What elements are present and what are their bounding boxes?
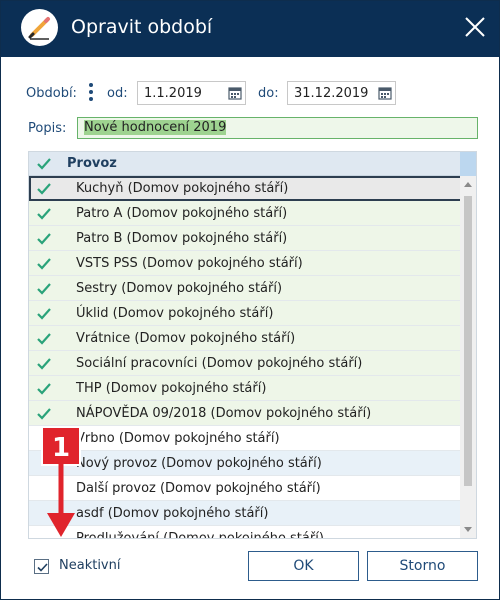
row-label: Úklid (Domov pokojného stáří) <box>76 306 274 321</box>
description-value: Nové hodnocení 2019 <box>84 120 227 135</box>
row-label: THP (Domov pokojného stáří) <box>76 381 267 396</box>
check-icon[interactable] <box>36 331 52 351</box>
vertical-scrollbar[interactable] <box>460 176 476 538</box>
operations-grid: Provoz Kuchyň (Domov pokojného stáří) Pat… <box>28 151 477 539</box>
table-row[interactable]: Patro A (Domov pokojného stáří) <box>29 201 462 226</box>
to-label: do: <box>258 86 279 101</box>
calendar-icon[interactable] <box>378 86 392 100</box>
row-label: Prodlužování (Domov pokojného stáří) <box>76 531 324 539</box>
row-label: Patro B (Domov pokojného stáří) <box>76 231 288 246</box>
scroll-down-icon[interactable] <box>464 527 472 532</box>
step-badge: 1 <box>41 426 81 466</box>
select-all-check-icon[interactable] <box>35 155 53 177</box>
table-row[interactable]: NÁPOVĚDA 09/2018 (Domov pokojného stáří) <box>29 401 462 426</box>
row-label: Nový provoz (Domov pokojného stáří) <box>76 456 322 471</box>
edit-period-dialog: Opravit období Období: od: 1.1.2019 do: … <box>0 0 500 600</box>
row-label: VSTS PSS (Domov pokojného stáří) <box>76 256 303 271</box>
inactive-label: Neaktivní <box>59 558 121 573</box>
check-icon[interactable] <box>36 181 52 201</box>
to-date-value: 31.12.2019 <box>294 86 369 101</box>
row-label: Sociální pracovníci (Domov pokojného stá… <box>76 356 363 371</box>
check-icon[interactable] <box>36 406 52 426</box>
check-icon[interactable] <box>36 256 52 276</box>
row-label: Kuchyň (Domov pokojného stáří) <box>76 181 289 196</box>
grid-header: Provoz <box>29 152 476 176</box>
row-label: Patro A (Domov pokojného stáří) <box>76 206 288 221</box>
table-row[interactable]: Kuchyň (Domov pokojného stáří) <box>29 176 462 201</box>
column-header-provoz[interactable]: Provoz <box>67 156 117 171</box>
scroll-up-icon[interactable] <box>464 182 472 187</box>
inactive-checkbox[interactable] <box>34 559 49 574</box>
check-icon[interactable] <box>36 306 52 326</box>
from-label: od: <box>107 86 128 101</box>
from-date-value: 1.1.2019 <box>144 86 202 101</box>
table-row[interactable]: Patro B (Domov pokojného stáří) <box>29 226 462 251</box>
row-label: NÁPOVĚDA 09/2018 (Domov pokojného stáří) <box>76 406 372 421</box>
check-icon[interactable] <box>36 231 52 251</box>
check-icon[interactable] <box>36 356 52 376</box>
table-row[interactable]: Vrbno (Domov pokojného stáří) <box>29 426 462 451</box>
row-label: Další provoz (Domov pokojného stáří) <box>76 481 321 496</box>
arrow-down-icon <box>39 461 83 545</box>
row-label: asdf (Domov pokojného stáří) <box>76 506 269 521</box>
ok-button[interactable]: OK <box>248 551 359 581</box>
check-icon[interactable] <box>36 281 52 301</box>
cancel-button[interactable]: Storno <box>367 551 478 581</box>
scrollbar-thumb[interactable] <box>464 196 472 486</box>
table-row[interactable]: asdf (Domov pokojného stáří) <box>29 501 462 526</box>
table-row[interactable]: Nový provoz (Domov pokojného stáří) <box>29 451 462 476</box>
description-label: Popis: <box>28 121 67 136</box>
row-label: Vrátnice (Domov pokojného stáří) <box>76 331 296 346</box>
header-scroll-corner <box>460 152 476 176</box>
table-row[interactable]: Prodlužování (Domov pokojného stáří) <box>29 526 462 539</box>
table-row[interactable]: Vrátnice (Domov pokojného stáří) <box>29 326 462 351</box>
table-row[interactable]: Sociální pracovníci (Domov pokojného stá… <box>29 351 462 376</box>
row-label: Sestry (Domov pokojného stáří) <box>76 281 283 296</box>
check-icon[interactable] <box>36 381 52 401</box>
grid-rows: Kuchyň (Domov pokojného stáří) Patro A (D… <box>29 176 462 539</box>
row-label: Vrbno (Domov pokojného stáří) <box>76 431 280 446</box>
check-icon[interactable] <box>36 206 52 226</box>
close-icon[interactable] <box>461 13 489 41</box>
table-row[interactable]: THP (Domov pokojného stáří) <box>29 376 462 401</box>
kebab-menu-icon[interactable] <box>87 83 95 103</box>
description-input[interactable]: Nové hodnocení 2019 <box>77 117 478 139</box>
table-row[interactable]: Sestry (Domov pokojného stáří) <box>29 276 462 301</box>
pencil-icon <box>21 9 58 46</box>
table-row[interactable]: Další provoz (Domov pokojného stáří) <box>29 476 462 501</box>
table-row[interactable]: Úklid (Domov pokojného stáří) <box>29 301 462 326</box>
dialog-title: Opravit období <box>71 16 213 38</box>
table-row[interactable]: VSTS PSS (Domov pokojného stáří) <box>29 251 462 276</box>
calendar-icon[interactable] <box>228 86 242 100</box>
period-label: Období: <box>26 86 77 101</box>
title-bar: Opravit období <box>1 1 499 57</box>
